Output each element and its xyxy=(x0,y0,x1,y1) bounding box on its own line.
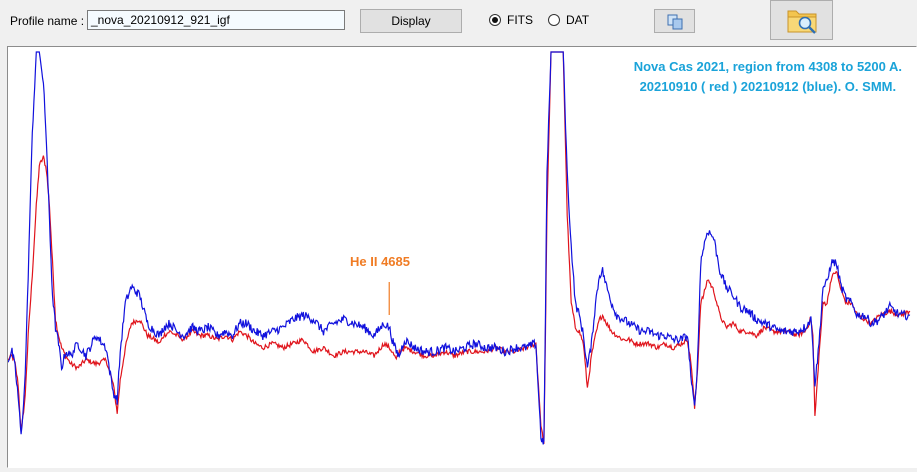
series-line-20210910 xyxy=(8,51,911,445)
folder-search-icon xyxy=(787,10,817,34)
series-line-20210912 xyxy=(8,51,911,445)
open-file-button[interactable] xyxy=(770,0,833,40)
radio-dat-label: DAT xyxy=(566,13,590,27)
radio-dat[interactable]: DAT xyxy=(548,13,589,27)
display-button[interactable]: Display xyxy=(360,9,462,33)
toolbar: Profile name : _nova_20210912_921_igf Di… xyxy=(0,0,917,44)
radio-fits-indicator[interactable] xyxy=(489,14,501,26)
radio-fits-label: FITS xyxy=(507,13,533,27)
chart-title-line2: 20210910 ( red ) 20210912 (blue). O. SMM… xyxy=(639,79,897,94)
radio-dat-indicator[interactable] xyxy=(548,14,560,26)
chart-title: Nova Cas 2021, region from 4308 to 5200 … xyxy=(634,57,902,97)
radio-fits[interactable]: FITS xyxy=(489,13,533,27)
spectrum-plot xyxy=(8,51,911,445)
spectrum-chart: Nova Cas 2021, region from 4308 to 5200 … xyxy=(7,46,917,468)
copy-icon xyxy=(667,14,683,30)
profile-name-input[interactable]: _nova_20210912_921_igf xyxy=(87,10,345,30)
copy-button[interactable] xyxy=(654,9,695,33)
he-ii-annotation-label: He II 4685 xyxy=(350,254,410,269)
chart-title-line1: Nova Cas 2021, region from 4308 to 5200 … xyxy=(633,59,902,74)
profile-name-label: Profile name : xyxy=(10,14,85,28)
